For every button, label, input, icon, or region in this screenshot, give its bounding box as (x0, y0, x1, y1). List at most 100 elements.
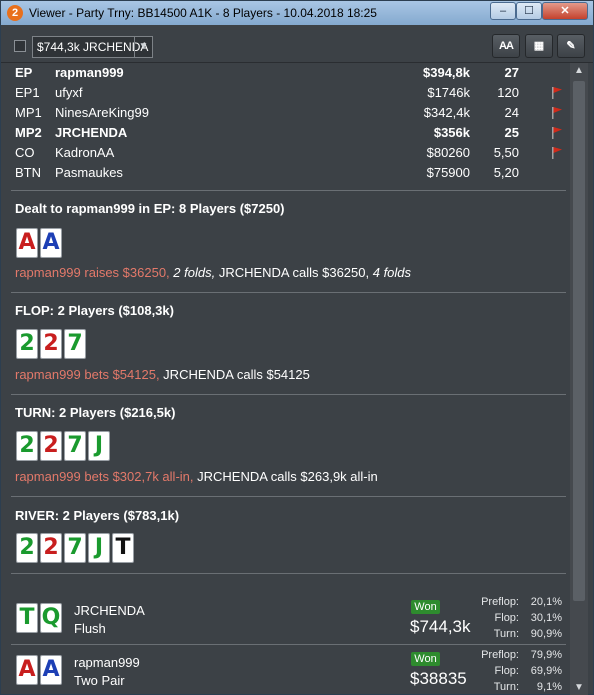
seat-row: EP1 ufyxf $1746k 120 (6, 83, 569, 103)
flop-header: FLOP: 2 Players ($108,3k) (15, 303, 174, 318)
turn-actions: rapman999 bets $302,7k all-in, JRCHENDA … (15, 469, 378, 484)
equity-value: 9,1% (536, 681, 562, 693)
title-bar[interactable]: 2 Viewer - Party Trny: BB14500 A1K - 8 P… (1, 1, 593, 25)
won-badge: Won (411, 600, 440, 614)
turn-header: TURN: 2 Players ($216,5k) (15, 405, 176, 420)
seat-position: EP1 (15, 85, 40, 100)
seat-position: MP1 (15, 105, 42, 120)
seat-bb-count: 5,50 (493, 145, 519, 160)
scroll-thumb[interactable] (573, 81, 585, 601)
seat-stack: $342,4k (423, 105, 470, 120)
won-amount: $38835 (410, 669, 467, 688)
seat-position: CO (15, 145, 35, 160)
playing-card: 7 (64, 431, 86, 461)
toolbar: $744,3k JRCHENDA ▼ AA ▦ ✎ (1, 25, 593, 63)
hero-action: rapman999 bets $54125, (15, 367, 160, 382)
hero-action: rapman999 raises $36250, (15, 265, 170, 280)
seat-player-name: rapman999 (55, 65, 124, 80)
divider (11, 292, 566, 293)
playing-card: 7 (64, 329, 86, 359)
seat-bb-count: 27 (504, 65, 519, 80)
hand-select-value: $744,3k JRCHENDA (37, 40, 149, 54)
seat-stack: $1746k (427, 85, 470, 100)
result-hand-rank: Two Pair (74, 673, 125, 688)
seat-bb-count: 120 (497, 85, 519, 100)
equity-value: 90,9% (530, 628, 562, 640)
close-button[interactable]: ✕ (542, 2, 588, 20)
river-header: RIVER: 2 Players ($783,1k) (15, 508, 180, 523)
result-player-name: rapman999 (74, 655, 140, 670)
grid-icon[interactable]: ▦ (525, 34, 553, 58)
seat-bb-count: 5,20 (493, 165, 519, 180)
divider (11, 190, 566, 191)
playing-card: J (88, 431, 110, 461)
playing-card: J (88, 533, 110, 563)
equity-value: 79,9% (530, 649, 562, 661)
hand-history-panel: EP rapman999 $394,8k 27 EP1 ufyxf $1746k… (6, 63, 569, 695)
divider (11, 644, 566, 645)
playing-card: Q (40, 603, 62, 633)
fold-count: 4 folds (369, 265, 412, 280)
seat-row: EP rapman999 $394,8k 27 (6, 63, 569, 83)
villain-action: JRCHENDA calls $263,9k all-in (193, 469, 378, 484)
pencil-icon[interactable]: ✎ (557, 34, 585, 58)
seat-row: MP2 JRCHENDA $356k 25 (6, 123, 569, 143)
playing-card: 2 (40, 431, 62, 461)
result-hand-rank: Flush (74, 621, 106, 636)
equity-label: Preflop: (481, 596, 519, 608)
equity-label: Preflop: (481, 649, 519, 661)
flag-icon (552, 147, 562, 159)
maximize-button[interactable]: ☐ (516, 2, 542, 20)
seat-stack: $356k (433, 125, 470, 140)
equity-label: Flop: (494, 665, 519, 677)
seat-bb-count: 24 (504, 105, 519, 120)
flag-icon (552, 127, 562, 139)
chevron-down-icon: ▼ (134, 37, 152, 57)
app-icon: 2 (7, 5, 23, 21)
won-amount: $744,3k (410, 617, 471, 636)
playing-card: 2 (40, 533, 62, 563)
won-badge: Won (411, 652, 440, 666)
seat-player-name: JRCHENDA (55, 125, 128, 140)
seat-player-name: Pasmaukes (55, 165, 123, 180)
scroll-up-icon[interactable]: ▲ (570, 65, 588, 79)
seat-player-name: NinesAreKing99 (55, 105, 149, 120)
hand-select-dropdown[interactable]: $744,3k JRCHENDA ▼ (32, 36, 153, 58)
seat-position: EP (15, 65, 33, 80)
villain-action: JRCHENDA calls $36250, (215, 265, 370, 280)
flop-actions: rapman999 bets $54125, JRCHENDA calls $5… (15, 367, 310, 382)
playing-card: T (112, 533, 134, 563)
fold-count: 2 folds, (169, 265, 216, 280)
font-size-button[interactable]: AA (492, 34, 520, 58)
seat-bb-count: 25 (504, 125, 519, 140)
preflop-actions: rapman999 raises $36250, 2 folds, JRCHEN… (15, 265, 411, 280)
preflop-header: Dealt to rapman999 in EP: 8 Players ($72… (15, 201, 285, 216)
seat-row: MP1 NinesAreKing99 $342,4k 24 (6, 103, 569, 123)
playing-card: A (16, 655, 38, 685)
seat-position: BTN (15, 165, 41, 180)
flag-icon (552, 87, 562, 99)
hand-checkbox[interactable] (14, 40, 26, 52)
playing-card: 2 (40, 329, 62, 359)
equity-value: 20,1% (530, 596, 562, 608)
playing-card: A (40, 655, 62, 685)
equity-value: 30,1% (530, 612, 562, 624)
result-player-name: JRCHENDA (74, 603, 145, 618)
seat-stack: $394,8k (423, 65, 470, 80)
seat-row: CO KadronAA $80260 5,50 (6, 143, 569, 163)
seat-player-name: ufyxf (55, 85, 83, 100)
scroll-down-icon[interactable]: ▼ (570, 682, 588, 695)
equity-label: Turn: (493, 681, 519, 693)
equity-label: Flop: (494, 612, 519, 624)
divider (11, 496, 566, 497)
vertical-scrollbar[interactable]: ▲ ▼ (570, 63, 588, 695)
playing-card: 7 (64, 533, 86, 563)
seat-player-name: KadronAA (55, 145, 115, 160)
equity-value: 69,9% (530, 665, 562, 677)
playing-card: 2 (16, 533, 38, 563)
flag-icon (552, 107, 562, 119)
equity-label: Turn: (493, 628, 519, 640)
hero-action: rapman999 bets $302,7k all-in, (15, 469, 194, 484)
villain-action: JRCHENDA calls $54125 (159, 367, 310, 382)
minimize-button[interactable]: ‒ (490, 2, 516, 20)
